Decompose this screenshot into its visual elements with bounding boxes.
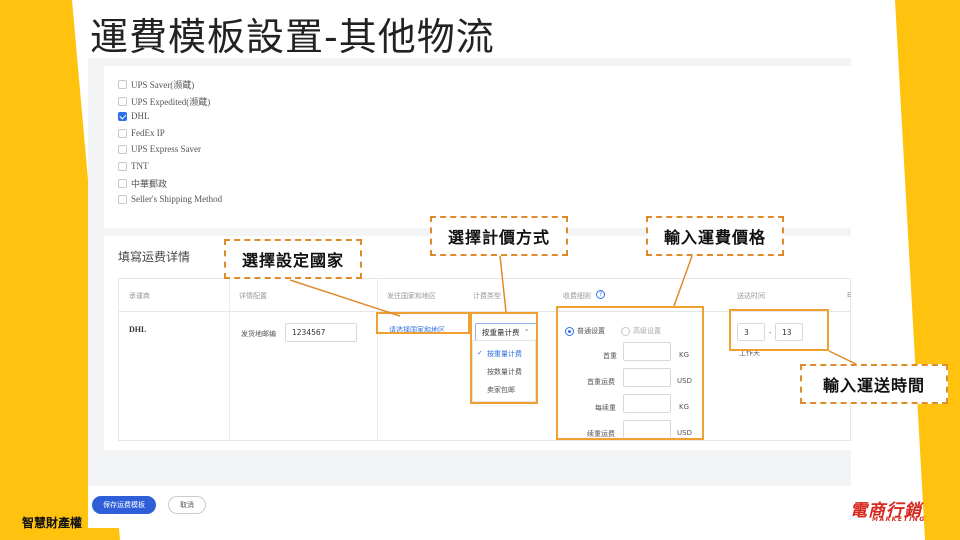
slide-title: 運費模板設置-其他物流	[90, 15, 495, 59]
zip-input[interactable]: 1234567	[285, 323, 357, 342]
callout-country: 選擇設定國家	[224, 239, 362, 279]
section-title: 填寫运费详情	[118, 250, 191, 264]
cancel-button[interactable]: 取消	[168, 496, 206, 514]
slide-caption: 智慧財產權	[22, 516, 83, 530]
checkbox[interactable]	[118, 194, 127, 204]
highlight-price	[556, 306, 704, 440]
column-header: 收费细则	[563, 292, 591, 300]
footer-bar: 保存运费模板 取消	[88, 486, 851, 528]
carrier-list: UPS Saver(濒蔵) UPS Expedited(濒蔵) DHL FedE…	[104, 66, 851, 228]
callout-time: 輸入運送時間	[800, 364, 948, 404]
checkbox-checked[interactable]	[118, 111, 127, 121]
carrier-option[interactable]: Seller's Shipping Method	[118, 194, 222, 204]
highlight-billing	[470, 312, 538, 404]
column-header: 发往国家和地区	[387, 292, 436, 300]
carrier-option[interactable]: TNT	[118, 161, 149, 171]
checkbox[interactable]	[118, 128, 127, 138]
save-template-button[interactable]: 保存运费模板	[92, 496, 156, 514]
column-divider	[229, 279, 230, 440]
callout-price: 輸入運費價格	[646, 216, 784, 256]
column-header: 计费类型	[473, 292, 501, 300]
column-header: 详情配置	[239, 292, 267, 300]
checkbox[interactable]	[118, 97, 127, 106]
column-header: 承運商	[129, 292, 150, 300]
checkbox[interactable]	[118, 144, 127, 154]
carrier-option[interactable]: UPS Expedited(濒蔵)	[118, 95, 210, 108]
callout-billing: 選擇計價方式	[430, 216, 568, 256]
checkbox[interactable]	[118, 80, 127, 89]
brand-logo: 電商行銷 MARKETING	[850, 496, 930, 526]
carrier-option[interactable]: FedEx IP	[118, 128, 165, 138]
logo-subtext: MARKETING	[872, 516, 926, 523]
carrier-option[interactable]: 中華郵政	[118, 177, 167, 190]
highlight-country	[376, 312, 470, 334]
screenshot-panel: UPS Saver(濒蔵) UPS Expedited(濒蔵) DHL FedE…	[88, 58, 851, 528]
column-header: E	[847, 291, 851, 299]
carrier-option[interactable]: UPS Saver(濒蔵)	[118, 78, 194, 91]
carrier-option[interactable]: UPS Express Saver	[118, 144, 201, 154]
carrier-name: DHL	[129, 325, 147, 334]
carrier-option[interactable]: DHL	[118, 111, 150, 121]
column-header: 送达时间	[737, 292, 765, 300]
zip-label: 发货地邮编	[241, 330, 276, 338]
checkbox[interactable]	[118, 161, 127, 171]
highlight-time	[729, 309, 829, 351]
column-divider	[377, 279, 378, 440]
checkbox[interactable]	[118, 179, 127, 188]
help-icon[interactable]: ?	[596, 290, 605, 299]
